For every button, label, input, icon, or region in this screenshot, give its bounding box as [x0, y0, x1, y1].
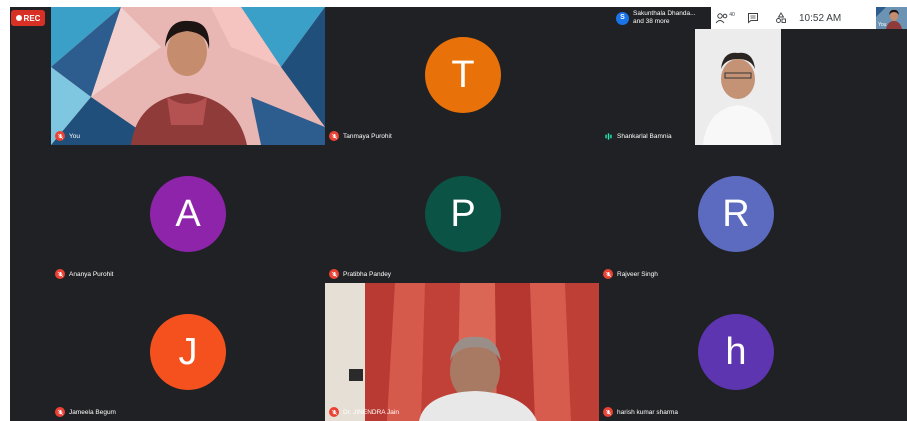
participants-count: 40: [729, 11, 735, 18]
participant-tile-pratibha[interactable]: P Pratibha Pandey: [325, 145, 599, 283]
meeting-clock: 10:52 AM: [799, 12, 842, 24]
participant-name-tag: You: [55, 131, 80, 141]
mic-off-icon: [329, 407, 339, 417]
self-view-thumbnail[interactable]: You: [876, 7, 907, 29]
participant-name: You: [69, 132, 80, 140]
record-dot-icon: [15, 15, 22, 21]
recording-label: REC: [23, 13, 41, 23]
participant-name: harish kumar sharma: [617, 408, 679, 416]
participant-video-feed: [695, 29, 781, 145]
participant-name-tag: Dr. JINENDRA Jain: [329, 407, 399, 417]
participant-name-tag: Shankarlal Bamnia: [603, 131, 672, 141]
participant-tile-rajveer[interactable]: R Rajveer Singh: [599, 145, 873, 283]
participant-tile-tanmaya[interactable]: T Tanmaya Purohit: [325, 7, 599, 145]
participant-name: Jameela Begum: [69, 408, 116, 416]
recording-badge: REC: [11, 10, 45, 26]
participant-name: Dr. JINENDRA Jain: [343, 408, 399, 416]
participant-name-tag: Tanmaya Purohit: [329, 131, 392, 141]
join-notification[interactable]: S Sakunthala Dhanda... and 38 more: [613, 7, 711, 29]
participants-button[interactable]: 40: [711, 7, 739, 29]
avatar: A: [150, 176, 226, 252]
self-video-feed: [51, 7, 325, 145]
participant-name-tag: harish kumar sharma: [603, 407, 678, 417]
meeting-stage: REC You T Tanmaya Purohit Shankarlal Bam…: [10, 7, 907, 421]
participant-tile-you[interactable]: You: [51, 7, 325, 145]
mic-off-icon: [55, 131, 65, 141]
mic-off-icon: [329, 131, 339, 141]
chat-icon: [748, 13, 758, 24]
notification-line-2: and 38 more: [633, 18, 670, 25]
mic-off-icon: [603, 269, 613, 279]
mic-off-icon: [603, 407, 613, 417]
shapes-icon: [776, 12, 786, 23]
participant-name-tag: Jameela Begum: [55, 407, 116, 417]
self-thumbnail-label: You: [878, 22, 887, 28]
activities-button[interactable]: [767, 7, 795, 29]
participant-name: Tanmaya Purohit: [343, 132, 392, 140]
participant-name: Pratibha Pandey: [343, 270, 392, 278]
participant-name: Ananya Purohit: [69, 270, 114, 278]
notification-line-1: Sakunthala Dhanda...: [633, 10, 696, 17]
speaking-indicator-icon: [603, 131, 613, 141]
participant-name-tag: Rajveer Singh: [603, 269, 658, 279]
participant-name: Rajveer Singh: [617, 270, 658, 278]
participant-tile-jameela[interactable]: J Jameela Begum: [51, 283, 325, 421]
avatar: J: [150, 314, 226, 390]
avatar: P: [425, 176, 501, 252]
participant-tile-jinendra[interactable]: Dr. JINENDRA Jain: [325, 283, 599, 421]
mic-off-icon: [55, 269, 65, 279]
participant-tile-harish[interactable]: h harish kumar sharma: [599, 283, 873, 421]
mic-off-icon: [55, 407, 65, 417]
chat-button[interactable]: [739, 7, 767, 29]
avatar: R: [698, 176, 774, 252]
participant-name-tag: Ananya Purohit: [55, 269, 113, 279]
participant-name: Shankarlal Bamnia: [617, 132, 672, 140]
avatar: T: [425, 37, 501, 113]
meeting-toolbar: 40 10:52 AM: [711, 7, 877, 29]
notification-avatar: S: [616, 11, 629, 25]
participant-name-tag: Pratibha Pandey: [329, 269, 391, 279]
participant-video-feed: [325, 283, 599, 421]
participant-tile-ananya[interactable]: A Ananya Purohit: [51, 145, 325, 283]
avatar: h: [698, 314, 774, 390]
mic-off-icon: [329, 269, 339, 279]
